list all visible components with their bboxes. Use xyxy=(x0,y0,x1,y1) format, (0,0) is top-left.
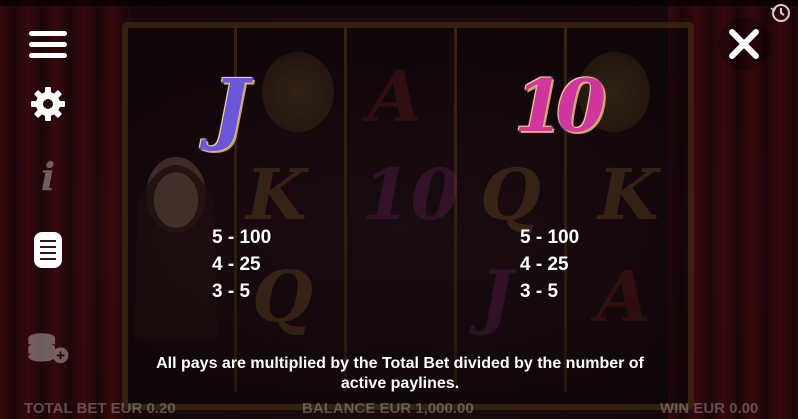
note-line-1: All pays are multiplied by the Total Bet… xyxy=(156,355,644,372)
bg-scarab xyxy=(262,52,334,132)
bg-symbol-a: A xyxy=(596,255,651,338)
status-bar: TOTAL BET EUR 0.20 BALANCE EUR 1,000.00 … xyxy=(0,398,798,419)
bg-symbol-j: J xyxy=(480,255,514,338)
info-icon[interactable]: i xyxy=(26,154,70,199)
bg-symbol-k: K xyxy=(598,153,659,236)
gear-icon[interactable] xyxy=(26,84,70,124)
bg-portrait xyxy=(134,157,218,340)
hamburger-menu-icon[interactable] xyxy=(26,24,70,64)
symbol-10-pays: 5 - 100 4 - 25 3 - 5 xyxy=(520,224,579,305)
total-bet-label: TOTAL BET EUR 0.20 xyxy=(24,400,176,417)
pay-row: 5 - 100 xyxy=(520,227,580,248)
paytable-note: All pays are multiplied by the Total Bet… xyxy=(100,354,700,394)
pay-row: 3 - 5 xyxy=(520,281,559,302)
close-icon xyxy=(729,29,759,59)
paytable-icon[interactable] xyxy=(26,228,70,272)
bg-symbol-a: A xyxy=(368,55,423,138)
coin-stack-icon[interactable] xyxy=(26,326,70,372)
symbol-j: J xyxy=(212,63,249,154)
top-strip xyxy=(0,0,798,6)
bg-symbol-10: 10 xyxy=(362,153,460,236)
bg-symbol-q: Q xyxy=(480,153,541,236)
pay-row: 4 - 25 xyxy=(212,254,261,275)
win-label: WIN EUR 0.00 xyxy=(660,400,759,417)
balance-label: BALANCE EUR 1,000.00 xyxy=(302,400,474,417)
close-button[interactable] xyxy=(718,18,770,70)
history-clock-icon[interactable] xyxy=(770,2,792,24)
symbol-j-pays: 5 - 100 4 - 25 3 - 5 xyxy=(212,224,271,305)
bg-symbol-k: K xyxy=(246,153,307,236)
pay-row: 5 - 100 xyxy=(212,227,272,248)
reel-divider xyxy=(344,28,347,392)
pay-row: 4 - 25 xyxy=(520,254,569,275)
note-line-2: active paylines. xyxy=(340,375,460,392)
symbol-10: 10 xyxy=(514,63,606,148)
pay-row: 3 - 5 xyxy=(212,281,251,302)
